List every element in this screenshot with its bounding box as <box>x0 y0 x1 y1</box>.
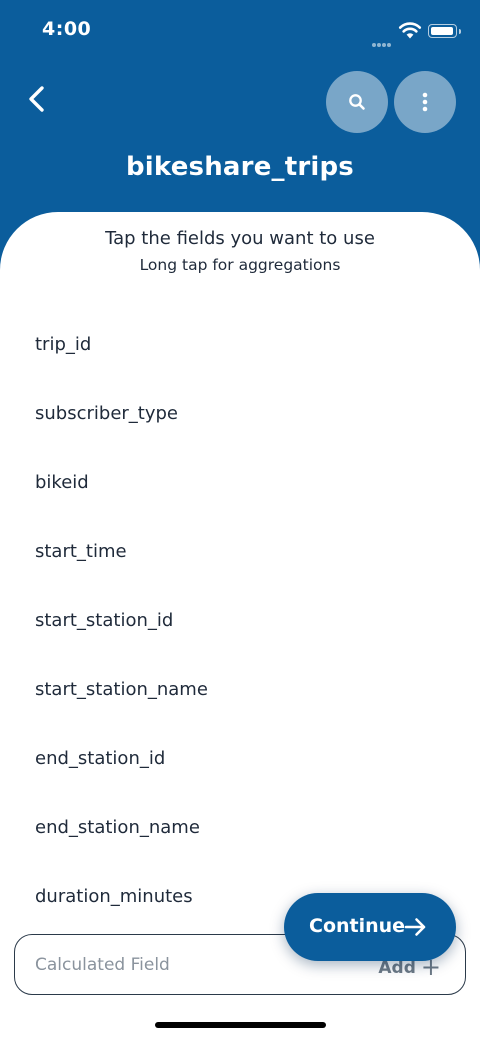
status-bar: 4:00 <box>0 0 480 60</box>
add-label: Add <box>378 958 416 978</box>
continue-button[interactable]: Continue <box>284 893 456 961</box>
cellular-signal-icon <box>372 32 394 47</box>
field-item-bikeid[interactable]: bikeid <box>0 448 480 517</box>
field-item-start-station-name[interactable]: start_station_name <box>0 655 480 724</box>
hint-subtext: Long tap for aggregations <box>139 256 341 274</box>
field-item-subscriber-type[interactable]: subscriber_type <box>0 379 480 448</box>
calculated-field-input[interactable] <box>35 945 335 985</box>
battery-icon <box>428 24 461 38</box>
more-vertical-icon <box>422 92 428 112</box>
arrow-right-icon <box>404 918 426 936</box>
hint-text: Tap the fields you want to use <box>105 228 375 249</box>
status-time: 4:00 <box>42 18 92 40</box>
field-item-end-station-id[interactable]: end_station_id <box>0 724 480 793</box>
search-button[interactable] <box>326 71 388 133</box>
page-title: bikeshare_trips <box>126 152 354 182</box>
field-list: trip_id subscriber_type bikeid start_tim… <box>0 310 480 931</box>
field-item-start-time[interactable]: start_time <box>0 517 480 586</box>
home-indicator <box>155 1022 326 1028</box>
continue-label: Continue <box>309 915 406 937</box>
search-icon <box>349 94 365 110</box>
more-options-button[interactable] <box>394 71 456 133</box>
field-item-start-station-id[interactable]: start_station_id <box>0 586 480 655</box>
back-button[interactable] <box>18 78 58 122</box>
chevron-left-icon <box>29 86 44 112</box>
field-item-end-station-name[interactable]: end_station_name <box>0 793 480 862</box>
wifi-icon <box>398 22 422 39</box>
field-item-trip-id[interactable]: trip_id <box>0 310 480 379</box>
